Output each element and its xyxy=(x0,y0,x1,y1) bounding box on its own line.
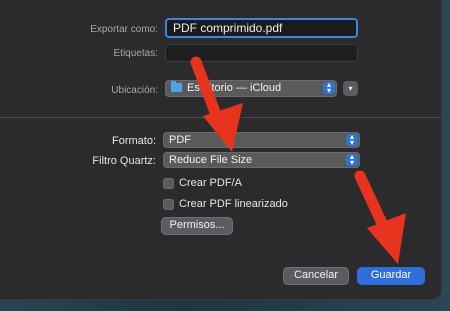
annotation-arrows xyxy=(190,56,406,264)
annotation-arrow-icon xyxy=(190,56,243,152)
annotation-arrow-icon xyxy=(354,170,406,264)
